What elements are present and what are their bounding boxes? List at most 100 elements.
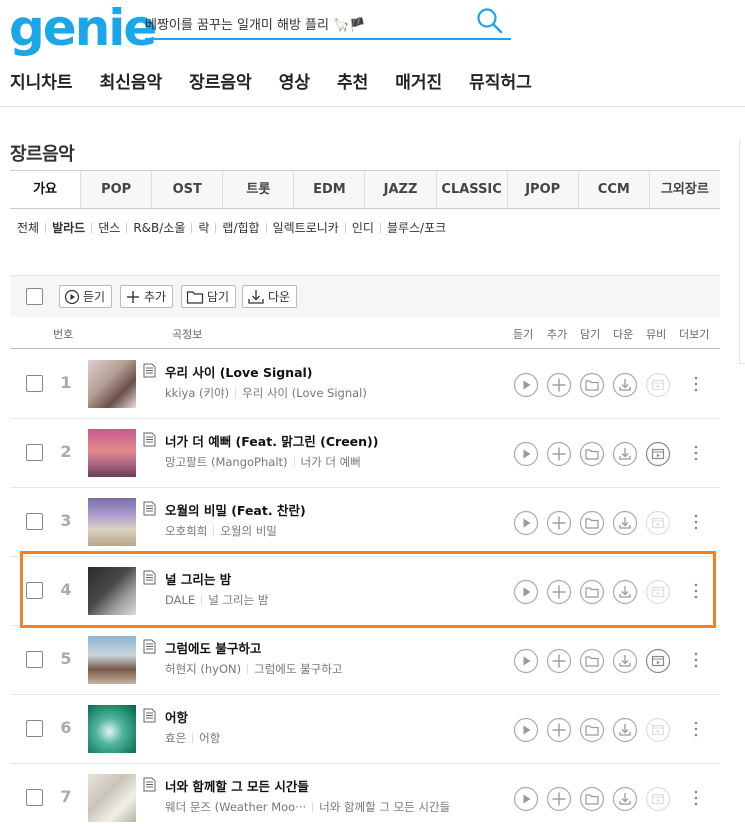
download-icon[interactable] <box>612 372 638 398</box>
download-icon[interactable] <box>612 717 638 743</box>
song-checkbox[interactable] <box>26 789 43 806</box>
song-artist[interactable]: kkiya (키야) <box>165 385 229 401</box>
play-icon[interactable] <box>513 441 539 467</box>
music-video-icon[interactable] <box>645 648 671 674</box>
lyrics-icon[interactable] <box>143 432 156 447</box>
song-checkbox[interactable] <box>26 720 43 737</box>
tab-jazz[interactable]: JAZZ <box>365 171 437 208</box>
nav-magazine[interactable]: 매거진 <box>395 68 442 93</box>
more-options-icon[interactable] <box>690 374 702 394</box>
song-title[interactable]: 오월의 비밀 (Feat. 찬란) <box>165 500 306 519</box>
song-artist[interactable]: 웨더 문즈 (Weather Moo··· <box>165 799 306 815</box>
song-title[interactable]: 너와 함께할 그 모든 시간들 <box>165 776 309 795</box>
download-icon[interactable] <box>612 786 638 812</box>
more-options-icon[interactable] <box>690 443 702 463</box>
song-artist[interactable]: 허현지 (hyON) <box>165 661 241 677</box>
album-art[interactable] <box>88 360 136 408</box>
nav-genie-chart[interactable]: 지니차트 <box>10 68 73 93</box>
album-art[interactable] <box>88 567 136 615</box>
song-title[interactable]: 어항 <box>165 707 188 726</box>
song-album[interactable]: 어항 <box>199 730 220 746</box>
lyrics-icon[interactable] <box>143 570 156 585</box>
subgenre-electronica[interactable]: 일렉트로니카 <box>273 219 339 236</box>
download-icon[interactable] <box>612 510 638 536</box>
add-icon[interactable] <box>546 510 572 536</box>
tab-jpop[interactable]: JPOP <box>507 171 579 208</box>
song-title[interactable]: 우리 사이 (Love Signal) <box>165 362 313 381</box>
tab-etc[interactable]: 그외장르 <box>649 171 720 208</box>
subgenre-indie[interactable]: 인디 <box>352 219 374 236</box>
folder-icon[interactable] <box>579 372 605 398</box>
genie-logo[interactable]: genie <box>9 0 157 56</box>
song-checkbox[interactable] <box>26 651 43 668</box>
add-icon[interactable] <box>546 786 572 812</box>
song-artist[interactable]: DALE <box>165 593 195 607</box>
download-icon[interactable] <box>612 441 638 467</box>
album-art[interactable] <box>88 498 136 546</box>
play-icon[interactable] <box>513 717 539 743</box>
nav-recommend[interactable]: 추천 <box>337 68 368 93</box>
play-icon[interactable] <box>513 648 539 674</box>
subgenre-rnb[interactable]: R&B/소울 <box>133 219 185 236</box>
song-checkbox[interactable] <box>26 582 43 599</box>
play-icon[interactable] <box>513 510 539 536</box>
song-title[interactable]: 널 그리는 밤 <box>165 569 231 588</box>
subgenre-rock[interactable]: 락 <box>198 219 209 236</box>
folder-icon[interactable] <box>579 648 605 674</box>
more-options-icon[interactable] <box>690 650 702 670</box>
folder-icon[interactable] <box>579 786 605 812</box>
album-art[interactable] <box>88 774 136 822</box>
folder-icon[interactable] <box>579 441 605 467</box>
subgenre-dance[interactable]: 댄스 <box>98 219 120 236</box>
save-selected-button[interactable]: 담기 <box>181 285 237 308</box>
song-title[interactable]: 너가 더 예뻐 (Feat. 맑그린 (Creen)) <box>165 431 378 450</box>
subgenre-ballad[interactable]: 발라드 <box>52 219 85 236</box>
add-icon[interactable] <box>546 648 572 674</box>
add-icon[interactable] <box>546 441 572 467</box>
more-options-icon[interactable] <box>690 512 702 532</box>
subgenre-blues-folk[interactable]: 블루스/포크 <box>387 219 446 236</box>
song-artist[interactable]: 효은 <box>165 730 186 746</box>
lyrics-icon[interactable] <box>143 777 156 792</box>
search-icon[interactable] <box>475 6 505 36</box>
select-all-checkbox[interactable] <box>26 288 43 305</box>
download-selected-button[interactable]: 다운 <box>242 285 298 308</box>
subgenre-all[interactable]: 전체 <box>17 219 39 236</box>
album-art[interactable] <box>88 636 136 684</box>
nav-genre[interactable]: 장르음악 <box>189 68 252 93</box>
nav-latest[interactable]: 최신음악 <box>100 68 163 93</box>
tab-classic[interactable]: CLASSIC <box>436 171 508 208</box>
song-checkbox[interactable] <box>26 513 43 530</box>
song-checkbox[interactable] <box>26 375 43 392</box>
song-album[interactable]: 그럼에도 불구하고 <box>254 661 342 677</box>
song-album[interactable]: 오월의 비밀 <box>220 523 277 539</box>
more-options-icon[interactable] <box>690 788 702 808</box>
download-icon[interactable] <box>612 648 638 674</box>
nav-musichug[interactable]: 뮤직허그 <box>469 68 532 93</box>
song-artist[interactable]: 망고팔트 (MangoPhalt) <box>165 454 288 470</box>
tab-ccm[interactable]: CCM <box>578 171 650 208</box>
lyrics-icon[interactable] <box>143 708 156 723</box>
download-icon[interactable] <box>612 579 638 605</box>
tab-kpop[interactable]: 가요 <box>10 171 82 208</box>
subgenre-hiphop[interactable]: 랩/힙합 <box>222 219 259 236</box>
song-album[interactable]: 너가 더 예뻐 <box>301 454 361 470</box>
song-album[interactable]: 우리 사이 (Love Signal) <box>242 385 367 401</box>
add-icon[interactable] <box>546 717 572 743</box>
lyrics-icon[interactable] <box>143 363 156 378</box>
lyrics-icon[interactable] <box>143 501 156 516</box>
tab-ost[interactable]: OST <box>152 171 224 208</box>
more-options-icon[interactable] <box>690 719 702 739</box>
song-artist[interactable]: 오호희희 <box>165 523 207 539</box>
play-icon[interactable] <box>513 786 539 812</box>
add-icon[interactable] <box>546 579 572 605</box>
lyrics-icon[interactable] <box>143 639 156 654</box>
song-checkbox[interactable] <box>26 444 43 461</box>
listen-selected-button[interactable]: 듣기 <box>59 285 113 308</box>
album-art[interactable] <box>88 705 136 753</box>
add-selected-button[interactable]: 추가 <box>120 285 174 308</box>
album-art[interactable] <box>88 429 136 477</box>
play-icon[interactable] <box>513 372 539 398</box>
tab-trot[interactable]: 트롯 <box>223 171 295 208</box>
play-icon[interactable] <box>513 579 539 605</box>
